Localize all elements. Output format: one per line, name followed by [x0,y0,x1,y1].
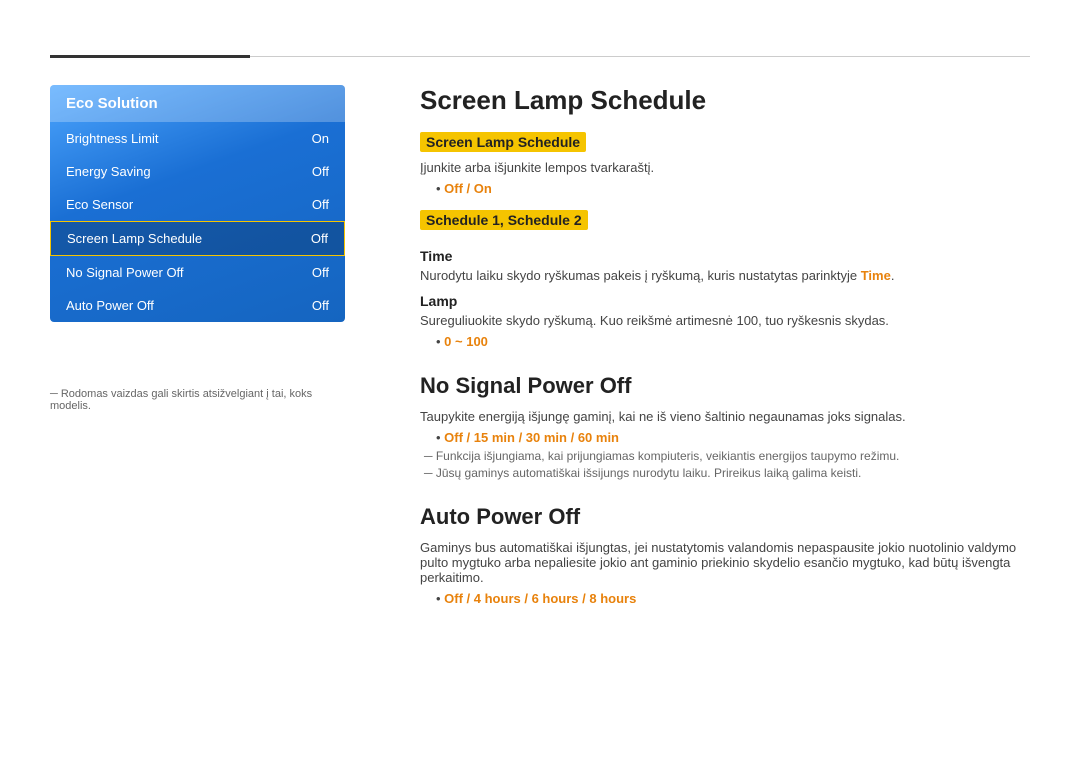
section-auto-power: Auto Power Off Gaminys bus automatiškai … [420,504,1030,606]
sidebar-item-value: On [312,131,329,146]
sidebar-item-no-signal[interactable]: No Signal Power Off Off [50,256,345,289]
section2-title: No Signal Power Off [420,373,1030,399]
sidebar-item-value: Off [312,298,329,313]
sidebar-item-label: Screen Lamp Schedule [67,231,202,246]
section1-highlight1: Screen Lamp Schedule [420,132,586,152]
section1-desc3: Sureguliuokite skydo ryškumą. Kuo reikšm… [420,313,1030,328]
progress-empty [250,56,1030,57]
section1-bullet2: 0 ~ 100 [436,334,1030,349]
sidebar-item-label: Auto Power Off [66,298,154,313]
section3-title: Auto Power Off [420,504,1030,530]
section2-note1: Funkcija išjungiama, kai prijungiamas ko… [424,449,1030,463]
main-content: Screen Lamp Schedule Screen Lamp Schedul… [420,85,1030,733]
sidebar-item-eco-sensor[interactable]: Eco Sensor Off [50,188,345,221]
section2-desc1: Taupykite energiją išjungę gaminį, kai n… [420,409,1030,424]
section1-desc2: Nurodytu laiku skydo ryškumas pakeis į r… [420,268,1030,283]
section2-note2: Jūsų gaminys automatiškai išsijungs nuro… [424,466,1030,480]
section3-desc1: Gaminys bus automatiškai išjungtas, jei … [420,540,1030,585]
section1-bullet2-text: 0 ~ 100 [444,334,488,349]
sidebar-item-value: Off [312,164,329,179]
section1-subheading2: Lamp [420,293,1030,309]
sidebar-item-auto-power[interactable]: Auto Power Off Off [50,289,345,322]
section1-title: Screen Lamp Schedule [420,85,1030,116]
time-highlight: Time [861,268,891,283]
section1-highlight2: Schedule 1, Schedule 2 [420,210,588,230]
section3-bullet1-text: Off / 4 hours / 6 hours / 8 hours [444,591,636,606]
sidebar-item-brightness[interactable]: Brightness Limit On [50,122,345,155]
sidebar: Eco Solution Brightness Limit On Energy … [50,85,345,322]
section2-bullet1-text: Off / 15 min / 30 min / 60 min [444,430,619,445]
section1-desc1: Įjunkite arba išjunkite lempos tvarkaraš… [420,160,1030,175]
sidebar-item-label: Brightness Limit [66,131,158,146]
sidebar-item-energy[interactable]: Energy Saving Off [50,155,345,188]
sidebar-item-label: Energy Saving [66,164,151,179]
section1-subheading1: Time [420,248,1030,264]
section1-bullet1: Off / On [436,181,1030,196]
section1-bullet1-text: Off / On [444,181,492,196]
footnote: Rodomas vaizdas gali skirtis atsižvelgia… [50,388,345,412]
sidebar-item-value: Off [311,231,328,246]
section-screen-lamp: Screen Lamp Schedule Screen Lamp Schedul… [420,85,1030,349]
section-no-signal: No Signal Power Off Taupykite energiją i… [420,373,1030,480]
section3-bullet1: Off / 4 hours / 6 hours / 8 hours [436,591,1030,606]
sidebar-item-value: Off [312,197,329,212]
progress-filled [50,55,250,58]
sidebar-item-label: Eco Sensor [66,197,133,212]
section2-bullet1: Off / 15 min / 30 min / 60 min [436,430,1030,445]
sidebar-header: Eco Solution [50,85,345,122]
progress-bar [50,55,1030,57]
sidebar-item-screen-lamp[interactable]: Screen Lamp Schedule Off [50,221,345,256]
sidebar-item-label: No Signal Power Off [66,265,184,280]
sidebar-item-value: Off [312,265,329,280]
